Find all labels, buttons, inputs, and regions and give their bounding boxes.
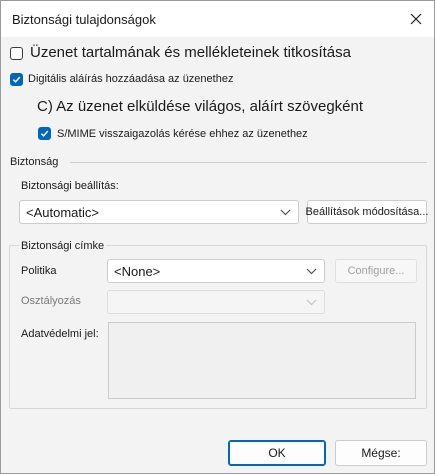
security-divider [70,162,427,163]
title-bar: Biztonsági tulajdonságok [1,1,434,37]
checkmark-icon [40,130,49,137]
classification-dropdown[interactable] [107,290,325,314]
security-label-heading: Biztonsági címke [19,240,107,252]
security-setting-dropdown[interactable]: <Automatic> [19,200,299,224]
policy-value: <None> [114,264,161,279]
encrypt-checkbox[interactable] [10,47,23,60]
privacy-mark-textarea[interactable] [108,322,416,399]
digital-signature-label: Digitális aláírás hozzáadása az üzenethe… [28,73,234,85]
security-heading: Biztonság [10,156,59,168]
close-icon [410,13,422,25]
digital-signature-checkbox[interactable] [10,73,23,86]
smime-receipt-checkbox[interactable] [38,127,51,140]
chevron-down-icon [306,299,317,306]
configure-button[interactable]: Configure... [335,259,417,283]
clear-signed-option[interactable]: C) Az üzenet elküldése világos, aláírt s… [37,98,363,115]
security-setting-label: Biztonsági beállítás: [21,180,119,192]
dialog-title: Biztonsági tulajdonságok [12,12,156,27]
chevron-down-icon [306,268,317,275]
privacy-mark-label: Adatvédelmi jel: [21,328,99,340]
security-setting-value: <Automatic> [26,205,99,220]
close-button[interactable] [401,5,431,33]
encrypt-label: Üzenet tartalmának és mellékleteinek tit… [30,44,351,61]
policy-label: Politika [21,265,57,277]
smime-receipt-label: S/MIME visszaigazolás kérése ehhez az üz… [57,128,308,140]
policy-dropdown[interactable]: <None> [107,259,325,283]
checkmark-icon [12,76,21,83]
ok-button[interactable]: OK [228,440,326,466]
security-properties-dialog: Biztonsági tulajdonságok Üzenet tartalmá… [0,0,435,474]
classification-label: Osztályozás [21,295,81,307]
cancel-button[interactable]: Mégse: [335,440,427,466]
chevron-down-icon [280,209,291,216]
change-settings-button[interactable]: Beállítások módosítása... [306,200,428,224]
